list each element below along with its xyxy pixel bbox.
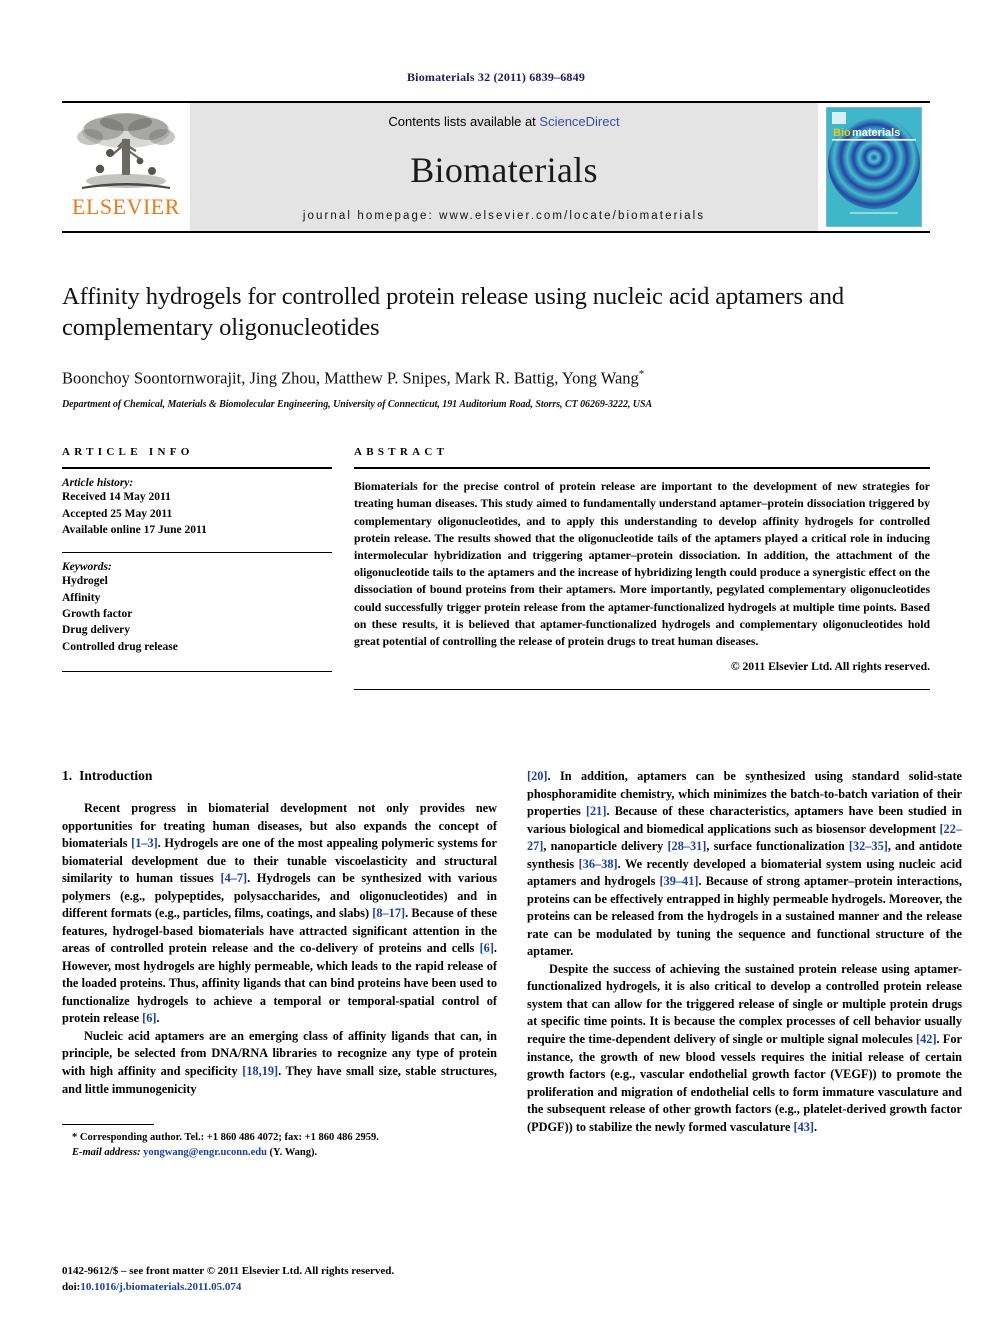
article-title: Affinity hydrogels for controlled protei…	[62, 283, 844, 342]
paragraph: Recent progress in biomaterial developme…	[62, 800, 497, 1028]
colophon-doi-line: doi:10.1016/j.biomaterials.2011.05.074	[62, 1280, 394, 1295]
footnote-block: * Corresponding author. Tel.: +1 860 486…	[62, 1124, 497, 1160]
info-abstract-block: ARTICLE INFO Article history: Received 1…	[62, 446, 930, 691]
text-run: , nanoparticle delivery	[543, 839, 668, 854]
email-link[interactable]: yongwang@engr.uconn.edu	[143, 1147, 267, 1158]
abstract-column: ABSTRACT Biomaterials for the precise co…	[354, 446, 930, 691]
keyword-item: Hydrogel	[62, 575, 108, 588]
citation-ref[interactable]: [21]	[586, 804, 607, 818]
journal-masthead: ELSEVIER Contents lists available at Sci…	[62, 101, 930, 233]
elsevier-tree-icon	[77, 113, 175, 189]
elsevier-logo-block: ELSEVIER	[62, 103, 190, 231]
footnote-corresponding-author: * Corresponding author. Tel.: +1 860 486…	[62, 1130, 497, 1145]
email-suffix: (Y. Wang).	[266, 1147, 318, 1159]
text-run: , surface functionalization	[706, 839, 849, 854]
text-run: Despite the success of achieving the sus…	[527, 961, 962, 1046]
author-list: Boonchoy Soontornworajit, Jing Zhou, Mat…	[62, 368, 930, 389]
keyword-item: Affinity	[62, 591, 101, 604]
history-available-online: Available online 17 June 2011	[62, 523, 207, 536]
section-heading-introduction: 1. Introduction	[62, 768, 497, 784]
citation-ref[interactable]: [43]	[794, 1120, 815, 1134]
doi-link[interactable]: 10.1016/j.biomaterials.2011.05.074	[80, 1281, 241, 1293]
paper-page: Biomaterials 32 (2011) 6839–6849 ELSEVIE…	[0, 0, 992, 1323]
keyword-item: Drug delivery	[62, 624, 131, 637]
abstract-copyright: © 2011 Elsevier Ltd. All rights reserved…	[730, 660, 930, 674]
journal-homepage-link[interactable]: journal homepage: www.elsevier.com/locat…	[303, 210, 705, 222]
body-column-right: [20]. In addition, aptamers can be synth…	[527, 768, 962, 1160]
history-received: Received 14 May 2011	[62, 491, 171, 504]
corresponding-author-marker: *	[638, 367, 645, 380]
running-head: Biomaterials 32 (2011) 6839–6849	[406, 70, 586, 84]
citation-ref[interactable]: [32–35]	[849, 839, 888, 853]
citation-ref[interactable]: [6]	[142, 1011, 156, 1025]
journal-cover-thumbnail-icon: Bio materials	[826, 107, 922, 227]
email-label: E-mail address:	[72, 1147, 141, 1159]
info-rule-top	[62, 467, 332, 470]
text-run: .	[814, 1119, 818, 1134]
body-column-left: 1. Introduction Recent progress in biomat…	[62, 768, 497, 1160]
doi-label: doi:	[62, 1280, 81, 1293]
svg-text:Bio: Bio	[833, 127, 851, 139]
contents-prefix: Contents lists available at	[388, 114, 540, 129]
masthead-center: Contents lists available at ScienceDirec…	[190, 103, 818, 231]
citation-ref[interactable]: [36–38]	[579, 857, 618, 871]
journal-cover-block: Bio materials	[818, 103, 930, 231]
colophon: 0142-9612/$ – see front matter © 2011 El…	[62, 1264, 394, 1295]
citation-ref[interactable]: [42]	[916, 1032, 937, 1046]
article-info-column: ARTICLE INFO Article history: Received 1…	[62, 446, 332, 690]
abstract-text: Biomaterials for the precise control of …	[354, 480, 930, 649]
keywords-separator	[62, 552, 332, 554]
section-number: 1.	[62, 768, 73, 784]
keyword-item: Controlled drug release	[62, 640, 178, 653]
citation-ref[interactable]: [39–41]	[660, 874, 699, 888]
footnote-rule	[62, 1124, 154, 1126]
citation-ref[interactable]: [20]	[527, 769, 548, 783]
abstract-heading: ABSTRACT	[354, 446, 449, 459]
article-history-label: Article history:	[62, 477, 134, 490]
info-rule-bottom	[62, 670, 332, 672]
keyword-item: Growth factor	[62, 607, 133, 620]
text-run: .	[156, 1011, 160, 1026]
footnote-email-line: E-mail address: yongwang@engr.uconn.edu …	[62, 1145, 497, 1160]
article-info-heading: ARTICLE INFO	[62, 446, 194, 459]
citation-ref[interactable]: [28–31]	[667, 839, 706, 853]
section-label: Introduction	[79, 768, 153, 784]
keywords-label: Keywords:	[62, 561, 112, 574]
abstract-rule-bottom	[354, 689, 930, 691]
sciencedirect-link[interactable]: ScienceDirect	[539, 114, 619, 129]
paragraph: [20]. In addition, aptamers can be synth…	[527, 768, 962, 961]
journal-title: Biomaterials	[410, 149, 598, 190]
citation-ref[interactable]: [6]	[480, 941, 494, 955]
svg-text:materials: materials	[852, 127, 900, 139]
colophon-front-matter: 0142-9612/$ – see front matter © 2011 El…	[62, 1265, 395, 1278]
citation-ref[interactable]: [4–7]	[221, 871, 248, 885]
body-columns: 1. Introduction Recent progress in biomat…	[62, 768, 962, 1160]
text-run: . For instance, the growth of new blood …	[527, 1031, 962, 1134]
affiliation: Department of Chemical, Materials & Biom…	[62, 399, 653, 411]
elsevier-wordmark: ELSEVIER	[72, 194, 180, 219]
author-names: Boonchoy Soontornworajit, Jing Zhou, Mat…	[62, 368, 639, 388]
paragraph: Despite the success of achieving the sus…	[527, 961, 962, 1136]
footnote-text: Corresponding author. Tel.: +1 860 486 4…	[77, 1132, 379, 1144]
history-accepted: Accepted 25 May 2011	[62, 507, 173, 520]
citation-ref[interactable]: [1–3]	[131, 836, 158, 850]
citation-ref[interactable]: [8–17]	[372, 906, 405, 920]
citation-ref[interactable]: [18,19]	[242, 1064, 278, 1078]
abstract-rule-top	[354, 467, 930, 470]
paragraph: Nucleic acid aptamers are an emerging cl…	[62, 1028, 497, 1098]
contents-available-line: Contents lists available at ScienceDirec…	[388, 114, 619, 129]
